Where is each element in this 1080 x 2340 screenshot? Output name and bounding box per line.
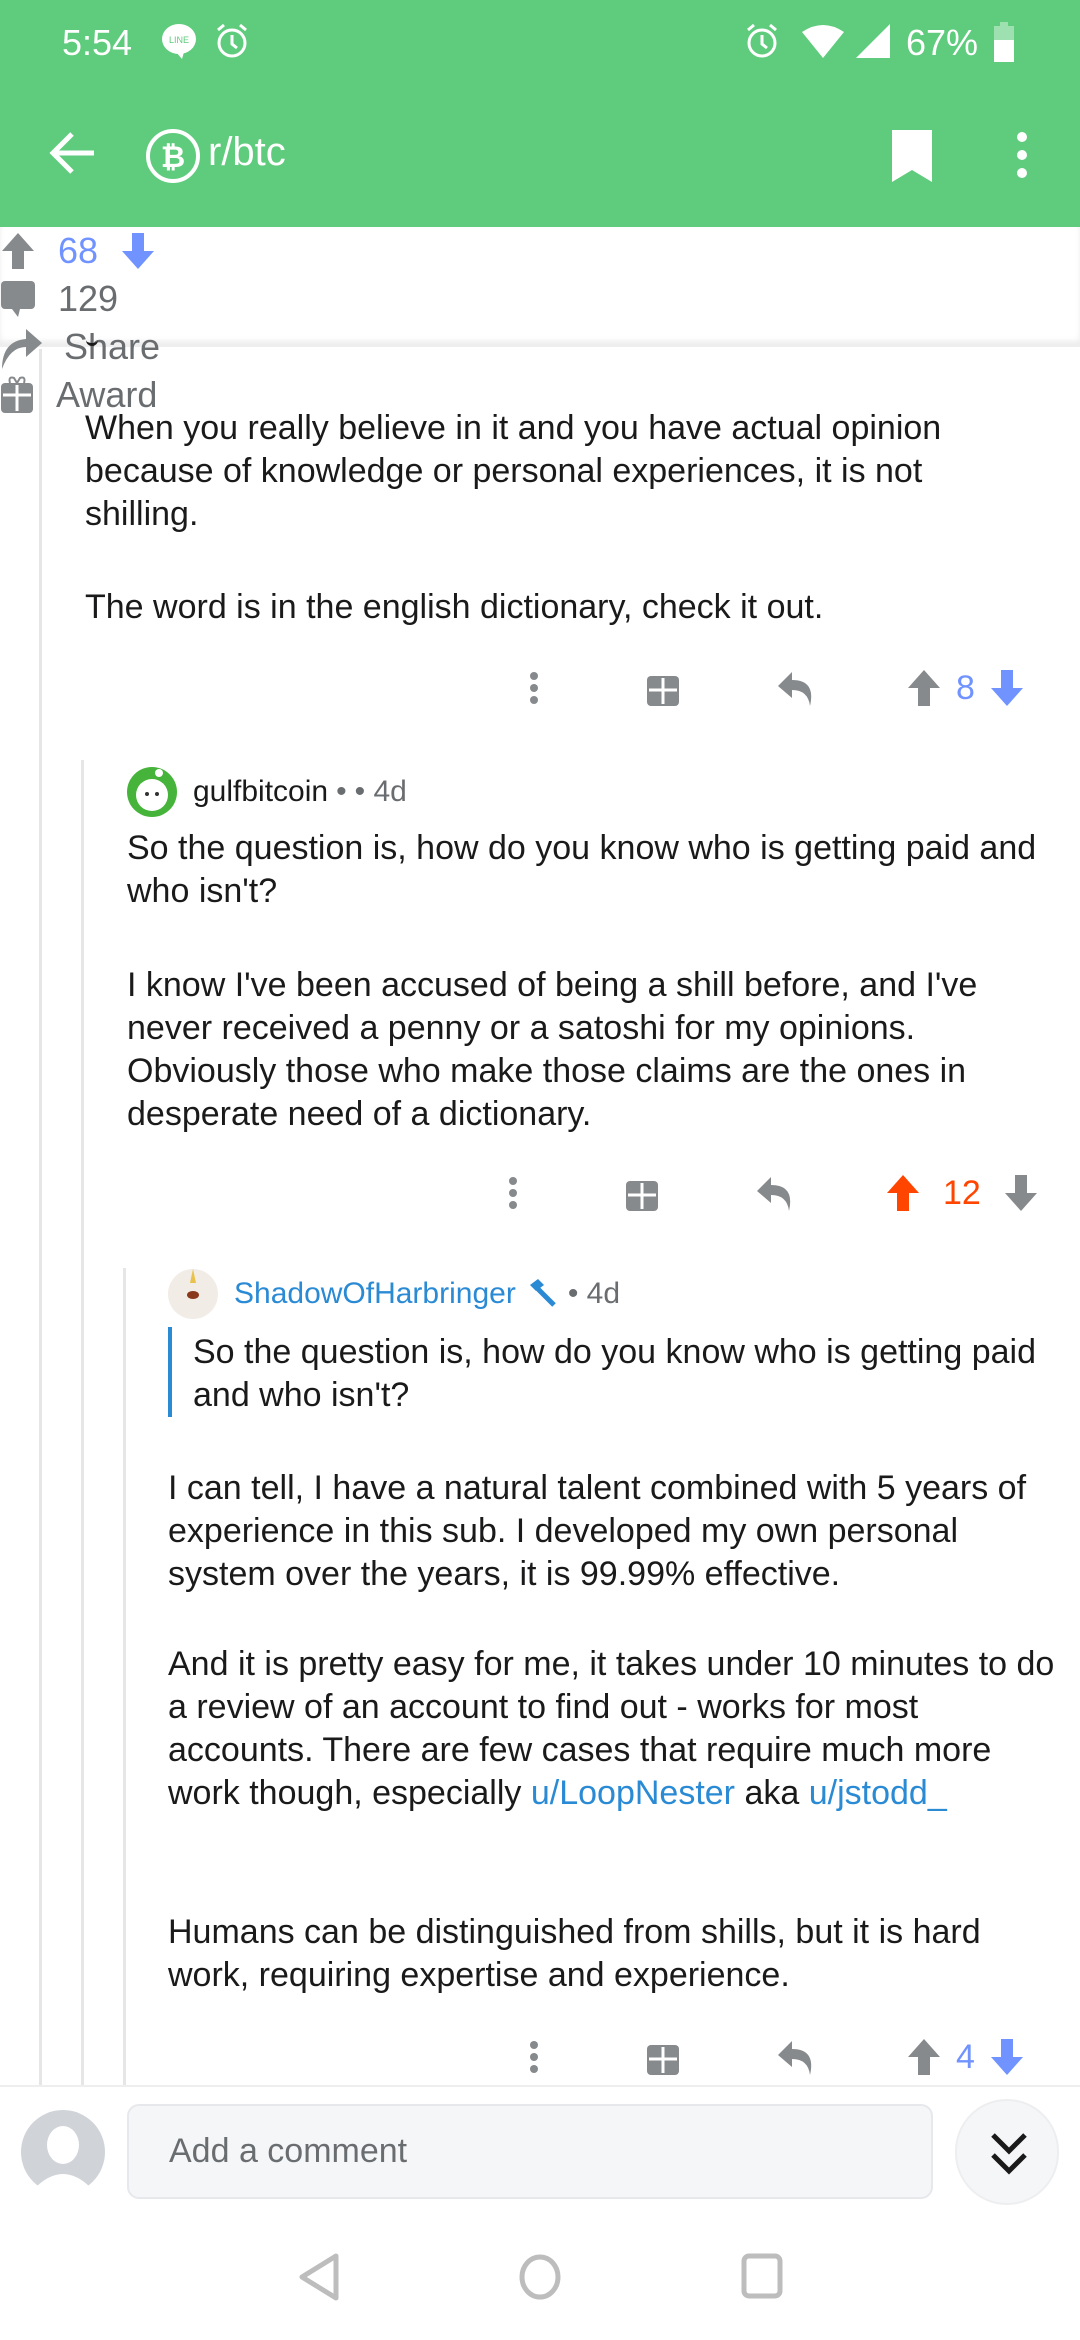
upvote-icon[interactable]	[885, 1173, 921, 1213]
more-icon[interactable]	[501, 1173, 525, 1213]
signal-icon	[856, 24, 890, 58]
share-icon	[2, 329, 42, 369]
more-vert-icon[interactable]	[1010, 130, 1034, 180]
subreddit-name[interactable]: r/btc	[208, 130, 286, 175]
more-icon[interactable]	[522, 2037, 546, 2077]
back-icon[interactable]	[298, 2252, 342, 2302]
comment-paragraph: So the question is, how do you know who …	[127, 829, 1037, 910]
comment-age: • 4d	[567, 1277, 621, 1310]
thread-line[interactable]	[123, 1268, 126, 2085]
comment-age: • 4d	[354, 775, 407, 808]
thread-line[interactable]	[39, 349, 42, 2085]
avatar[interactable]	[125, 765, 179, 819]
comment-author[interactable]: gulfbitcoin	[193, 775, 328, 809]
svg-text:LINE: LINE	[169, 35, 189, 45]
thread-line[interactable]	[81, 760, 84, 2085]
reply-icon[interactable]	[776, 668, 816, 708]
comment-paragraph: I know I've been accused of being a shil…	[127, 966, 978, 1133]
line-icon: LINE	[162, 24, 196, 59]
downvote-icon[interactable]	[989, 668, 1025, 708]
comment-paragraph: And it is pretty easy for me, it takes u…	[168, 1643, 1068, 1815]
more-icon[interactable]	[522, 668, 546, 708]
upvote-icon[interactable]	[906, 2037, 942, 2077]
add-comment-input[interactable]: Add a comment	[127, 2104, 933, 2199]
comment-header: gulfbitcoin • • 4d	[125, 765, 407, 819]
separator: •	[336, 775, 347, 808]
status-time: 5:54	[62, 22, 133, 63]
recents-icon[interactable]	[740, 2252, 786, 2302]
avatar[interactable]	[166, 1267, 220, 1321]
post-action-bar: 68 129 Share Award	[0, 227, 1080, 415]
upvote-icon[interactable]	[906, 668, 942, 708]
upvote-icon[interactable]	[0, 231, 36, 271]
home-icon[interactable]	[517, 2252, 563, 2302]
user-avatar-icon	[21, 2110, 105, 2195]
comment-header: ShadowOfHarbringer • 4d	[166, 1267, 620, 1321]
bitcoin-icon: ₿	[146, 129, 200, 183]
share-button[interactable]: Share	[0, 323, 1080, 371]
reply-icon[interactable]	[776, 2037, 816, 2077]
comment-icon	[1, 281, 35, 317]
app-header: 5:54 LINE 67% ₿ r/btc	[0, 0, 1080, 227]
comment-actions: 12	[501, 1168, 1039, 1218]
user-link[interactable]: u/LoopNester	[531, 1774, 735, 1812]
gift-icon[interactable]	[646, 2037, 680, 2077]
downvote-icon[interactable]	[120, 231, 156, 271]
comment-paragraph: When you really believe in it and you ha…	[85, 409, 942, 533]
svg-text:₿: ₿	[161, 141, 185, 174]
user-link[interactable]: u/jstodd_	[809, 1774, 947, 1812]
comment-quote: So the question is, how do you know who …	[193, 1333, 1036, 1414]
downvote-icon[interactable]	[989, 2037, 1025, 2077]
scroll-next-button[interactable]	[955, 2099, 1059, 2205]
back-arrow-icon[interactable]	[48, 130, 98, 176]
post-score: 68	[58, 230, 99, 271]
mod-tool-icon	[529, 1279, 556, 1307]
comment-score: 8	[956, 668, 975, 707]
comment-paragraph: Humans can be distinguished from shills,…	[168, 1913, 981, 1994]
alarm-icon	[217, 23, 247, 58]
post-vote: 68	[0, 227, 1080, 275]
comment-composer-bar: Add a comment	[0, 2085, 1080, 2340]
alarm-icon	[747, 23, 777, 58]
reply-icon[interactable]	[755, 1173, 795, 1213]
comment-paragraph: I can tell, I have a natural talent comb…	[168, 1469, 1027, 1593]
comment-count: 129	[58, 278, 119, 319]
wifi-icon	[802, 25, 844, 58]
gift-icon[interactable]	[646, 668, 680, 708]
gift-icon	[1, 376, 33, 413]
comment-score: 4	[956, 2037, 975, 2076]
double-chevron-down-icon	[991, 2133, 1027, 2175]
comment-actions: 8	[522, 663, 1025, 713]
share-label: Share	[64, 326, 161, 367]
downvote-icon[interactable]	[1003, 1173, 1039, 1213]
comment-score: 12	[943, 1173, 981, 1212]
comment-paragraph: The word is in the english dictionary, c…	[85, 588, 824, 626]
comments-button[interactable]: 129	[0, 275, 1080, 323]
comment-actions: 4	[522, 2032, 1025, 2082]
comment-author[interactable]: ShadowOfHarbringer	[234, 1277, 516, 1311]
battery-icon	[994, 22, 1014, 62]
gift-icon[interactable]	[625, 1173, 659, 1213]
battery-percent: 67%	[906, 22, 979, 63]
paragraph-text: aka	[735, 1774, 809, 1812]
bookmark-icon[interactable]	[888, 128, 936, 184]
quote-bar	[168, 1327, 172, 1417]
